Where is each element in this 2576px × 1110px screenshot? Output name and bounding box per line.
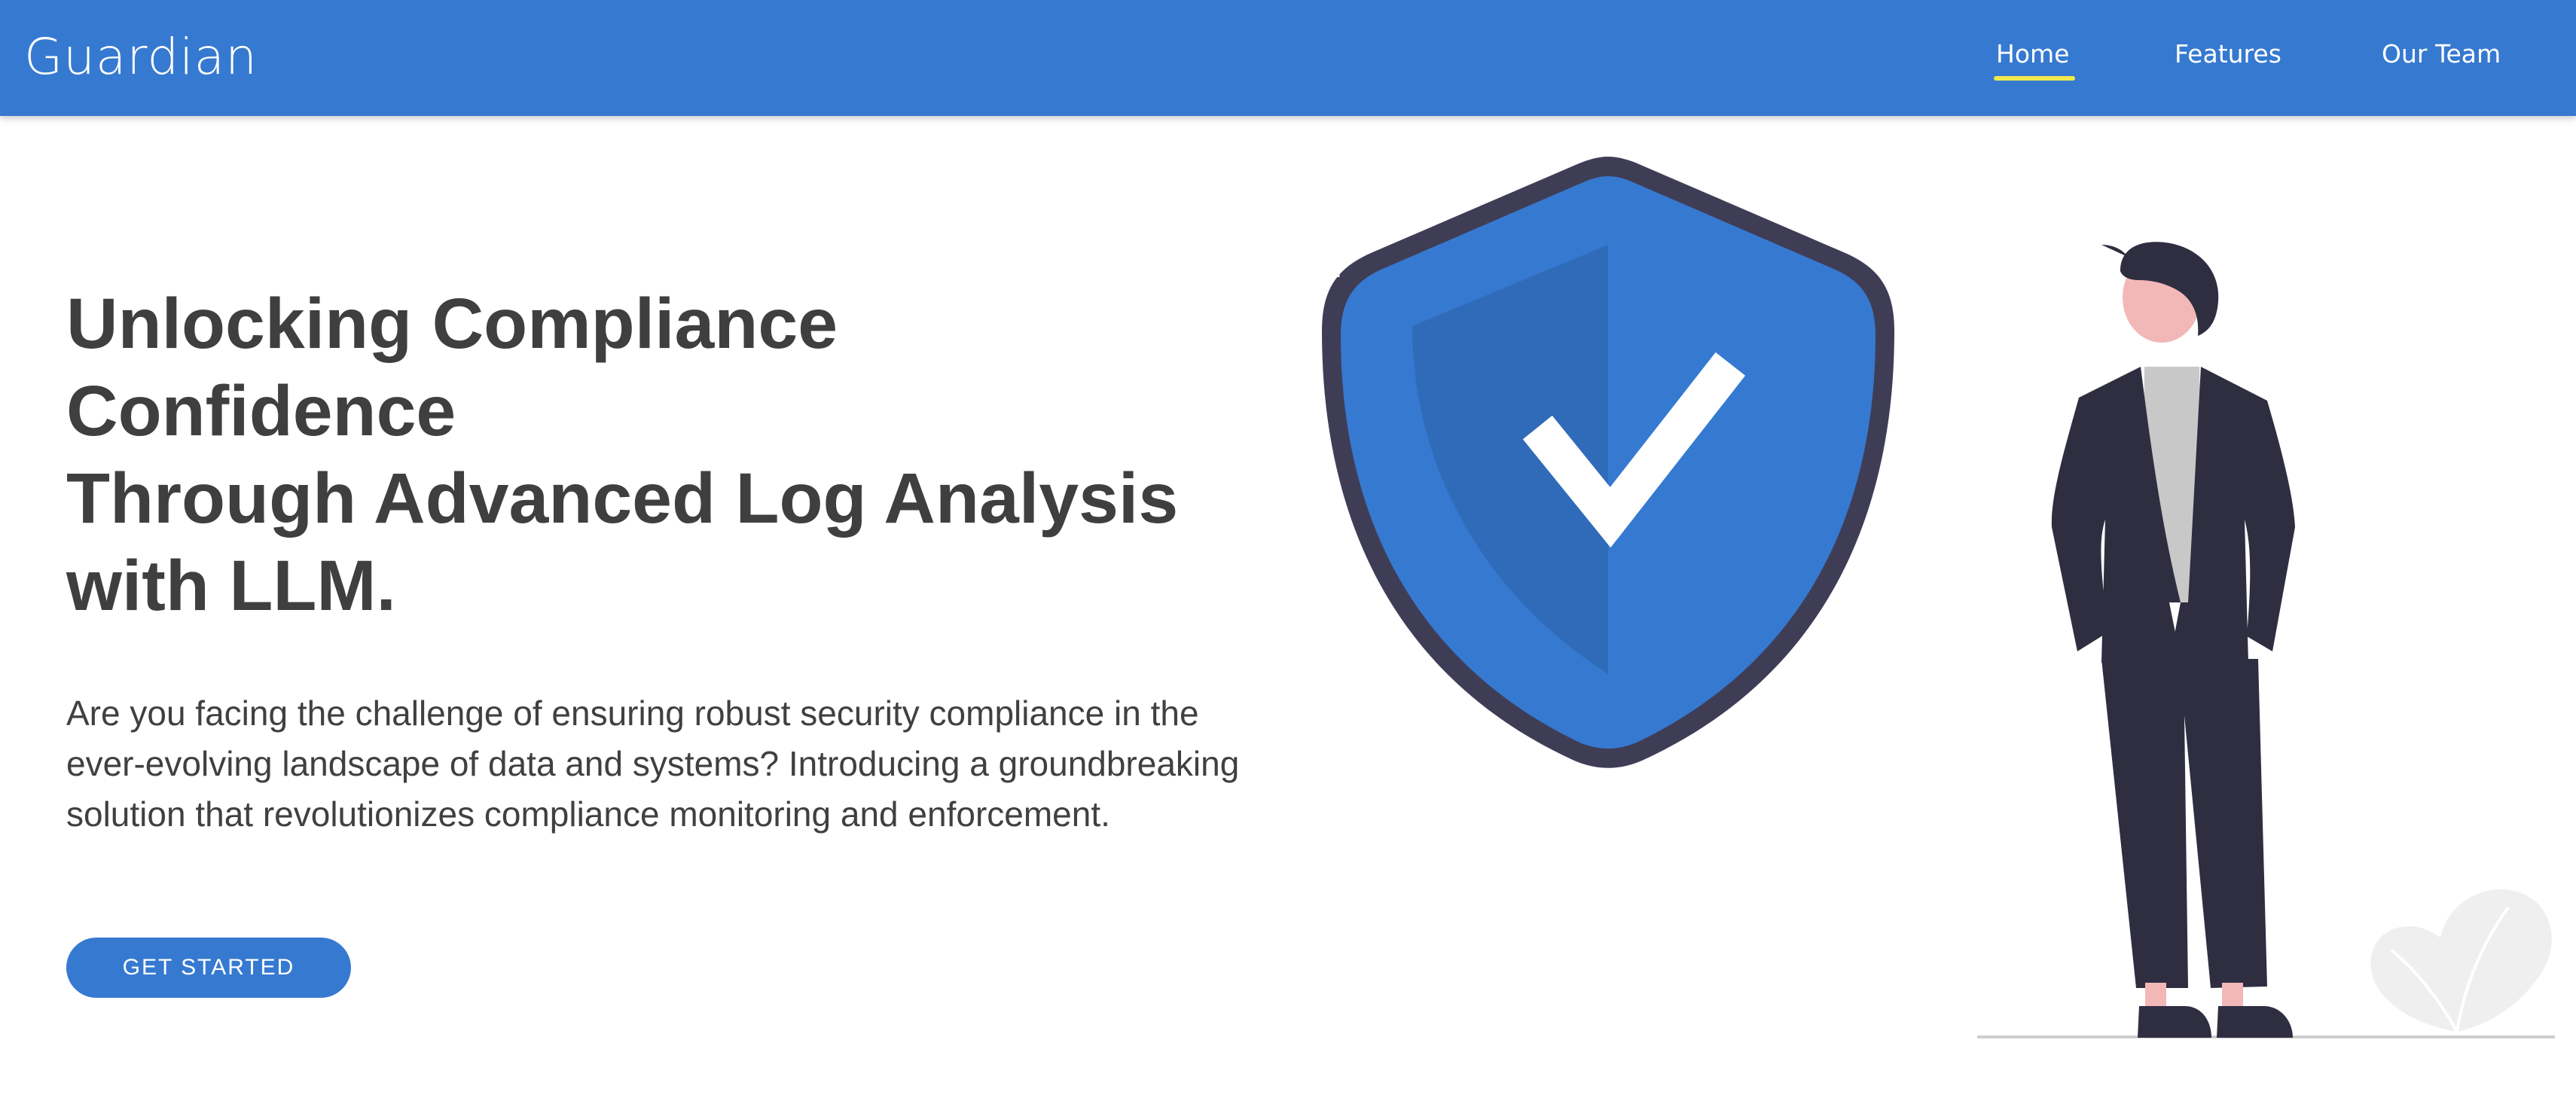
nav-link-home[interactable]: Home: [1996, 36, 2069, 72]
headline-line-2: Confidence: [66, 371, 456, 451]
nav-link-our-team[interactable]: Our Team: [2382, 36, 2501, 72]
brand-logo[interactable]: Guardian: [24, 27, 258, 87]
nav-link-features[interactable]: Features: [2175, 36, 2281, 72]
headline-line-4: with LLM.: [66, 546, 396, 626]
headline-line-3: Through Advanced Log Analysis: [66, 459, 1179, 538]
plant-leaf-icon: [2370, 889, 2552, 1032]
top-navbar: Guardian Home Features Our Team: [0, 0, 2576, 116]
headline-line-1: Unlocking Compliance: [66, 284, 838, 364]
hero-headline: Unlocking Compliance Confidence Through …: [66, 280, 1241, 630]
get-started-button[interactable]: GET STARTED: [66, 938, 351, 998]
hero-intro-text: Are you facing the challenge of ensuring…: [66, 694, 1240, 834]
active-nav-indicator: [1994, 76, 2075, 81]
hero-illustration: [1322, 157, 2555, 1038]
shield-check-icon: [1322, 157, 1894, 768]
